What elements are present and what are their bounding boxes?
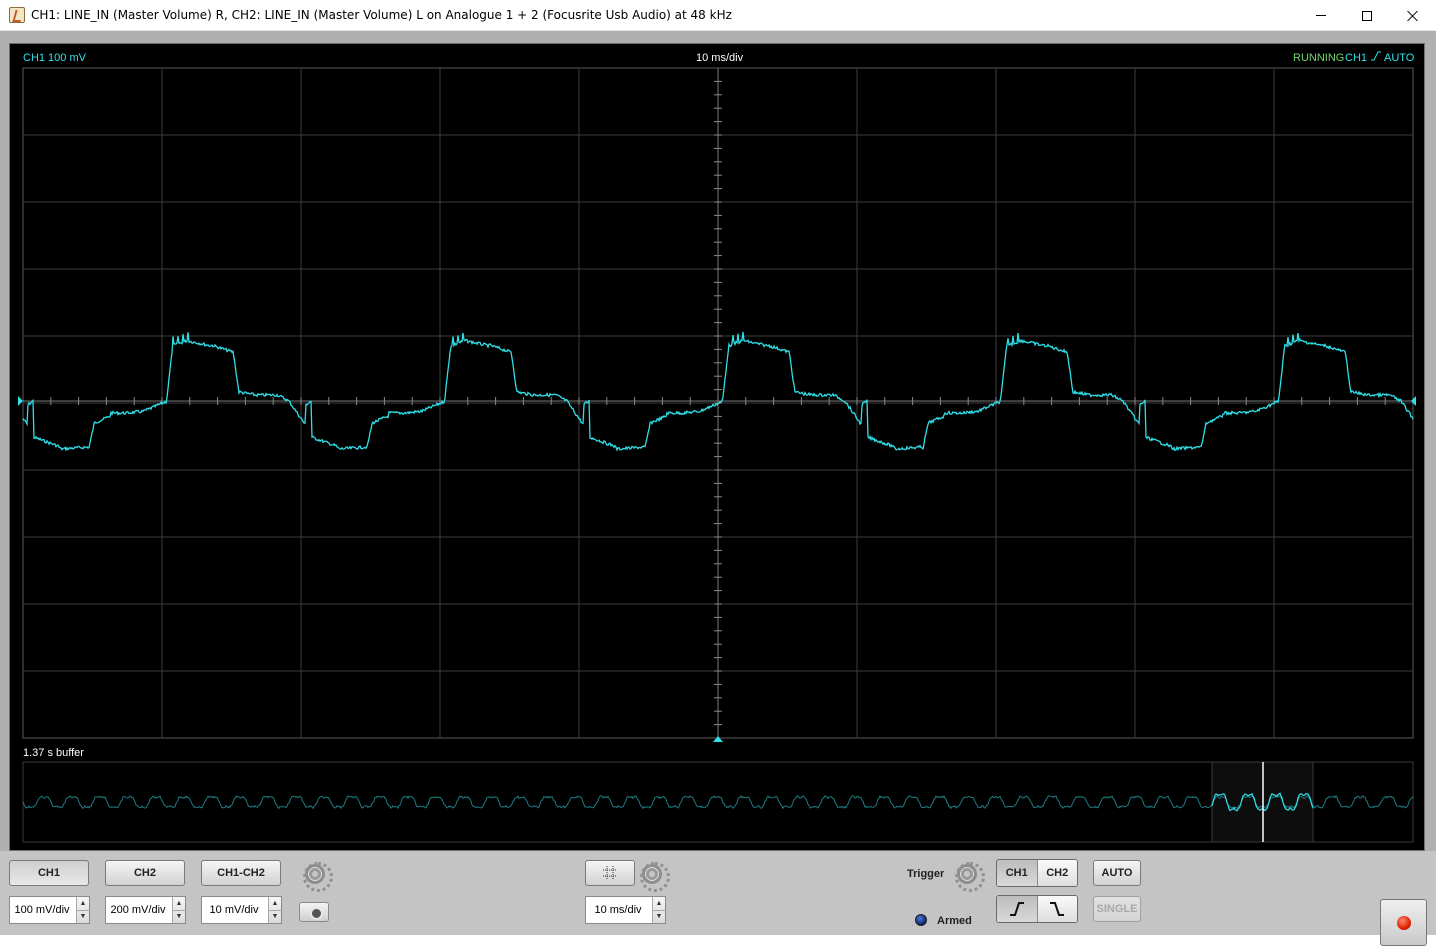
ch1-scale-spinner[interactable]: 100 mV/div ▲ ▼ xyxy=(9,896,90,924)
diff-scale-value[interactable]: 10 mV/div xyxy=(202,897,268,923)
java-app-icon xyxy=(9,7,25,23)
ch2-scale-spinner[interactable]: 200 mV/div ▲ ▼ xyxy=(105,896,186,924)
spinner-up-icon[interactable]: ▲ xyxy=(653,897,665,911)
rising-edge-icon xyxy=(1009,902,1024,916)
trigger-settings-gear-icon[interactable] xyxy=(955,862,985,892)
ch1-scale-readout: CH1 100 mV xyxy=(23,52,87,64)
title-bar: CH1: LINE_IN (Master Volume) R, CH2: LIN… xyxy=(0,0,1436,31)
armed-indicator-icon xyxy=(915,914,927,926)
ch2-button[interactable]: CH2 xyxy=(105,860,185,886)
trigger-ch1-option[interactable]: CH1 xyxy=(997,860,1038,886)
timebase-readout: 10 ms/div xyxy=(696,52,744,64)
trigger-position-marker[interactable] xyxy=(713,736,723,742)
trigger-channel-selector[interactable]: CH1 CH2 xyxy=(996,859,1078,887)
trigger-label: Trigger xyxy=(907,868,945,880)
spinner-down-icon[interactable]: ▼ xyxy=(173,911,185,924)
main-frame: CH1 100 mV 10 ms/div RUNNING CH1 AUTO 1.… xyxy=(0,31,1436,946)
falling-edge-icon xyxy=(1050,902,1065,916)
spinner-down-icon[interactable]: ▼ xyxy=(269,911,281,924)
spinner-down-icon[interactable]: ▼ xyxy=(653,911,665,924)
ch1-scale-value[interactable]: 100 mV/div xyxy=(10,897,76,923)
trigger-mode-readout: AUTO xyxy=(1384,52,1415,64)
grid-toggle-button[interactable] xyxy=(585,860,635,886)
buffer-label: 1.37 s buffer xyxy=(23,747,84,759)
minimize-button[interactable] xyxy=(1298,0,1344,31)
status-readout: RUNNING xyxy=(1293,52,1344,64)
spinner-up-icon[interactable]: ▲ xyxy=(269,897,281,911)
window-title: CH1: LINE_IN (Master Volume) R, CH2: LIN… xyxy=(31,8,732,22)
record-button[interactable] xyxy=(1380,899,1427,946)
channel-settings-gear-icon[interactable] xyxy=(303,862,333,892)
ch1-level-marker[interactable] xyxy=(18,396,23,406)
rising-edge-option[interactable] xyxy=(997,896,1038,922)
rising-edge-icon xyxy=(1371,51,1381,61)
minimize-icon xyxy=(1316,15,1326,16)
maximize-icon xyxy=(1362,10,1372,21)
close-icon xyxy=(1407,10,1419,22)
timebase-spinner[interactable]: 10 ms/div ▲ ▼ xyxy=(585,896,666,924)
close-button[interactable] xyxy=(1390,0,1436,31)
spinner-down-icon[interactable]: ▼ xyxy=(77,911,89,924)
scope-svg: CH1 100 mV 10 ms/div RUNNING CH1 AUTO 1.… xyxy=(18,51,1416,843)
camera-icon[interactable] xyxy=(299,902,329,922)
diff-scale-spinner[interactable]: 10 mV/div ▲ ▼ xyxy=(201,896,282,924)
trigger-channel-readout: CH1 xyxy=(1345,52,1367,64)
control-panel: CH1 CH2 CH1-CH2 100 mV/div ▲ ▼ 200 mV/div… xyxy=(0,851,1436,946)
single-button: SINGLE xyxy=(1093,896,1141,922)
ch1-button[interactable]: CH1 xyxy=(9,860,89,886)
maximize-button[interactable] xyxy=(1344,0,1390,31)
auto-button[interactable]: AUTO xyxy=(1093,860,1141,886)
trigger-edge-selector[interactable] xyxy=(996,895,1078,923)
buffer-overview[interactable] xyxy=(22,761,1414,843)
spinner-up-icon[interactable]: ▲ xyxy=(173,897,185,911)
trigger-ch2-option[interactable]: CH2 xyxy=(1037,860,1077,886)
ch1-minus-ch2-button[interactable]: CH1-CH2 xyxy=(201,860,281,886)
oscilloscope-display: CH1 100 mV 10 ms/div RUNNING CH1 AUTO 1.… xyxy=(9,43,1425,851)
armed-label: Armed xyxy=(937,915,972,927)
record-icon xyxy=(1396,915,1411,930)
spinner-up-icon[interactable]: ▲ xyxy=(77,897,89,911)
falling-edge-option[interactable] xyxy=(1037,896,1077,922)
timebase-settings-gear-icon[interactable] xyxy=(640,862,670,892)
timebase-value[interactable]: 10 ms/div xyxy=(586,897,652,923)
grid-icon xyxy=(603,866,617,880)
ch2-scale-value[interactable]: 200 mV/div xyxy=(106,897,172,923)
